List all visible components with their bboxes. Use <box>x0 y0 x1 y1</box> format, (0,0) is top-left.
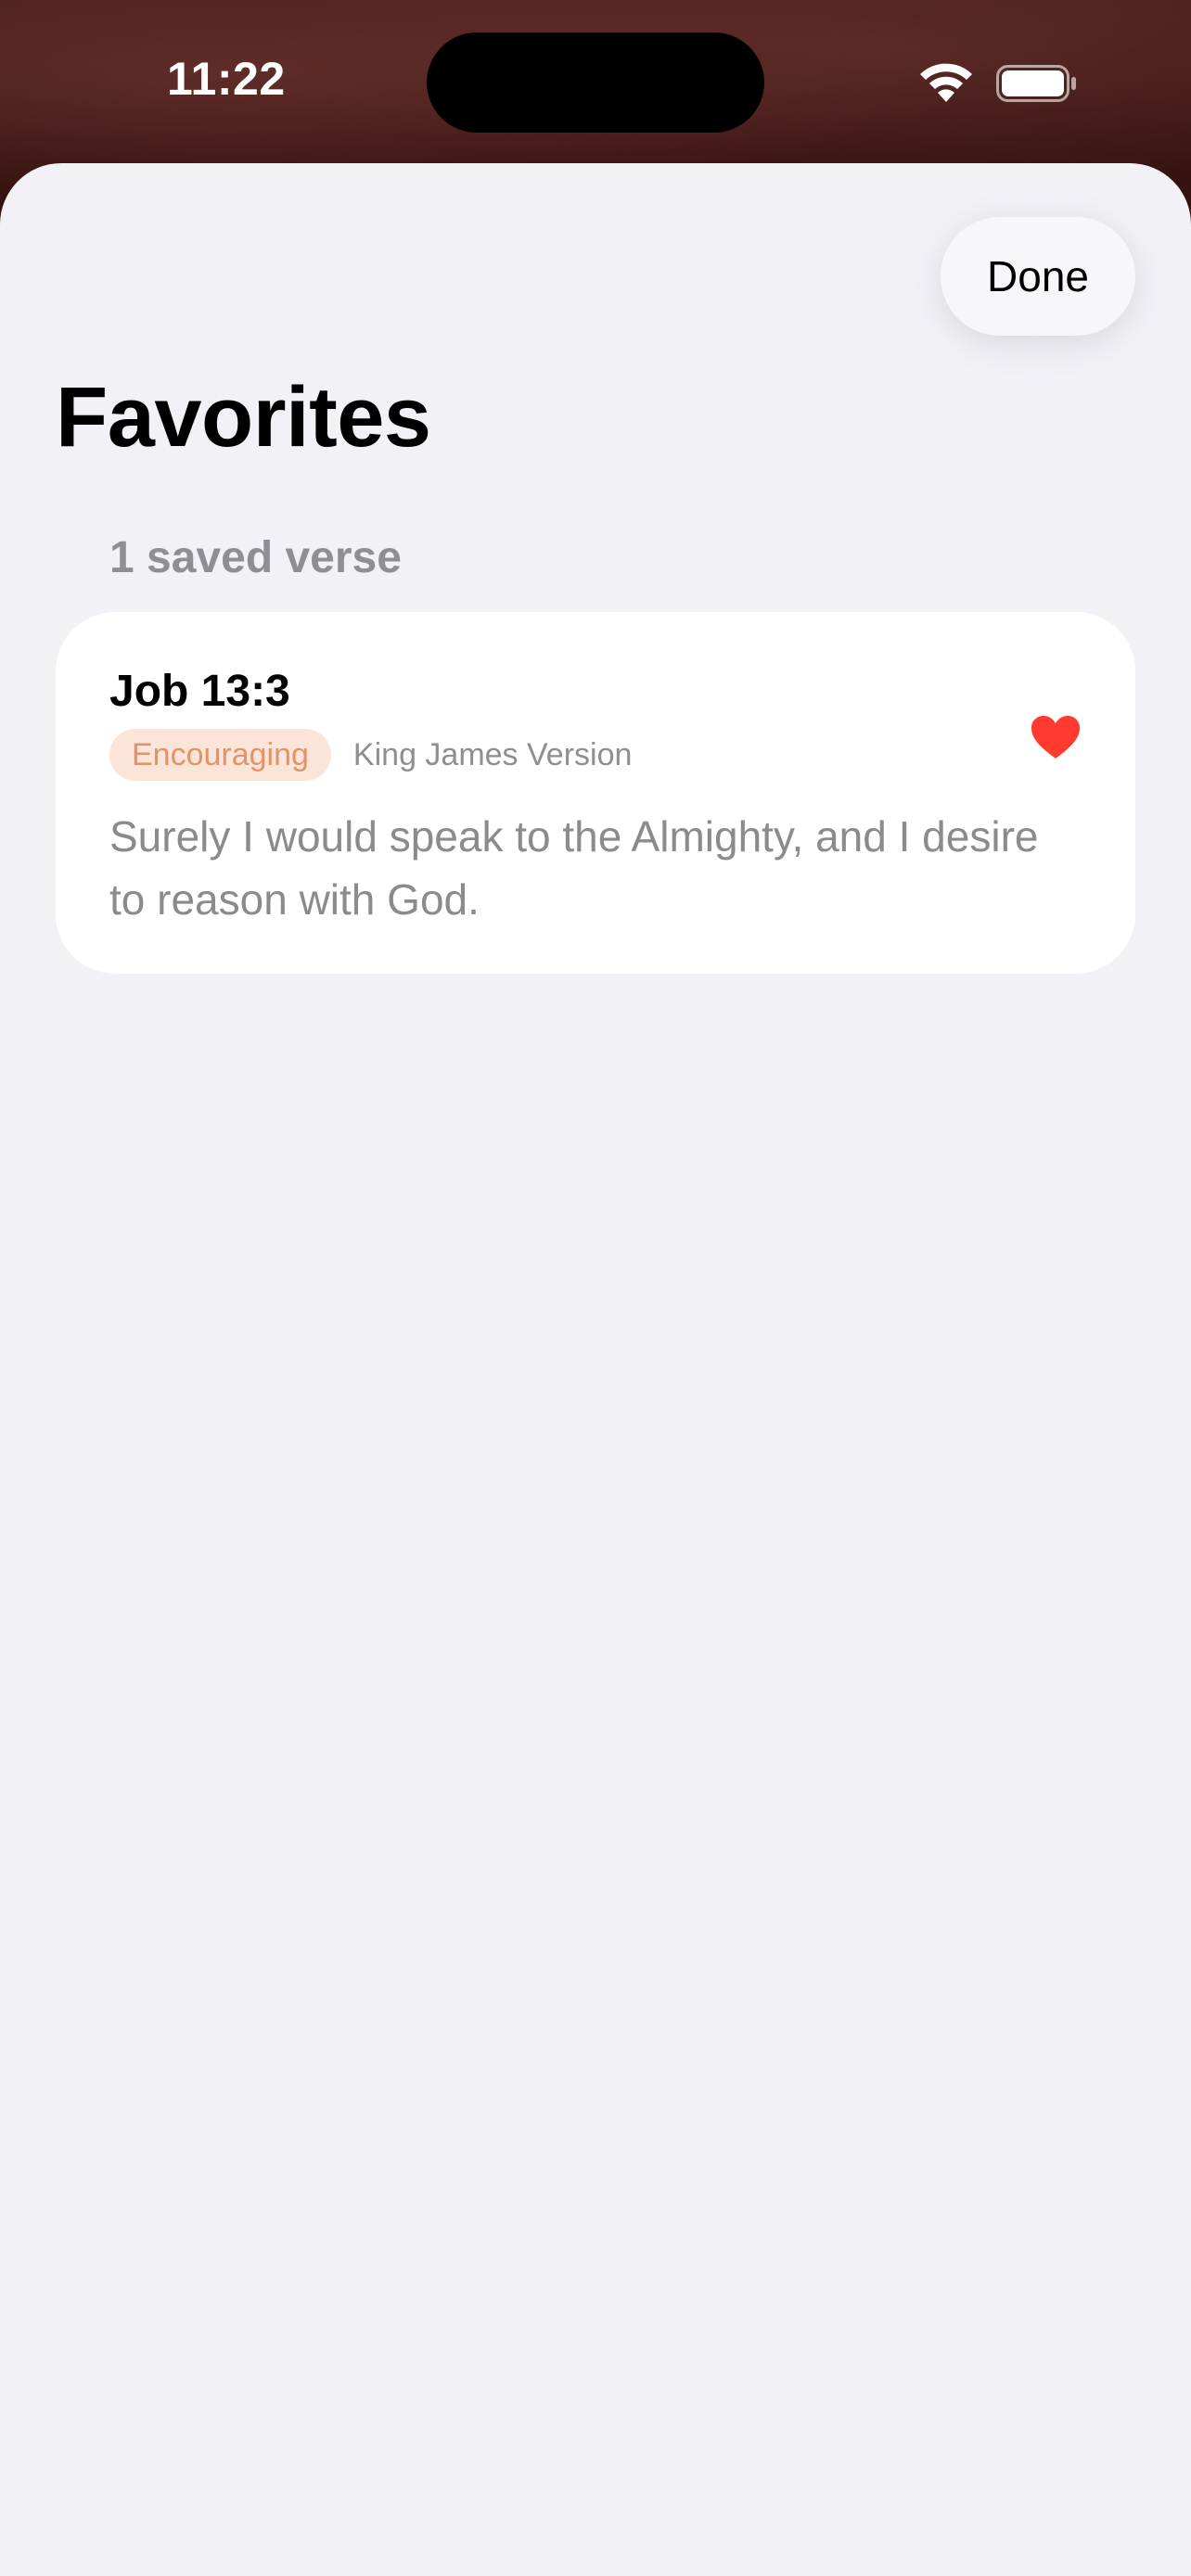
verse-reference: Job 13:3 <box>109 667 290 716</box>
battery-icon <box>996 65 1076 102</box>
verse-card[interactable]: Job 13:3 Encouraging King James Version … <box>56 612 1135 974</box>
heart-icon[interactable] <box>1030 714 1082 760</box>
dynamic-island <box>427 32 764 133</box>
page-title: Favorites <box>56 370 431 465</box>
verse-text: Surely I would speak to the Almighty, an… <box>109 812 1039 924</box>
mood-badge: Encouraging <box>109 729 331 781</box>
wifi-icon <box>920 63 972 102</box>
saved-count-label: 1 saved verse <box>109 533 402 582</box>
done-button[interactable]: Done <box>941 217 1135 336</box>
verse-meta: Encouraging King James Version <box>109 729 632 781</box>
favorites-sheet: Done Favorites 1 saved verse Job 13:3 En… <box>0 163 1191 2576</box>
status-bar: 11:22 <box>0 0 1191 158</box>
translation-label: King James Version <box>352 736 633 772</box>
status-time: 11:22 <box>167 53 286 105</box>
